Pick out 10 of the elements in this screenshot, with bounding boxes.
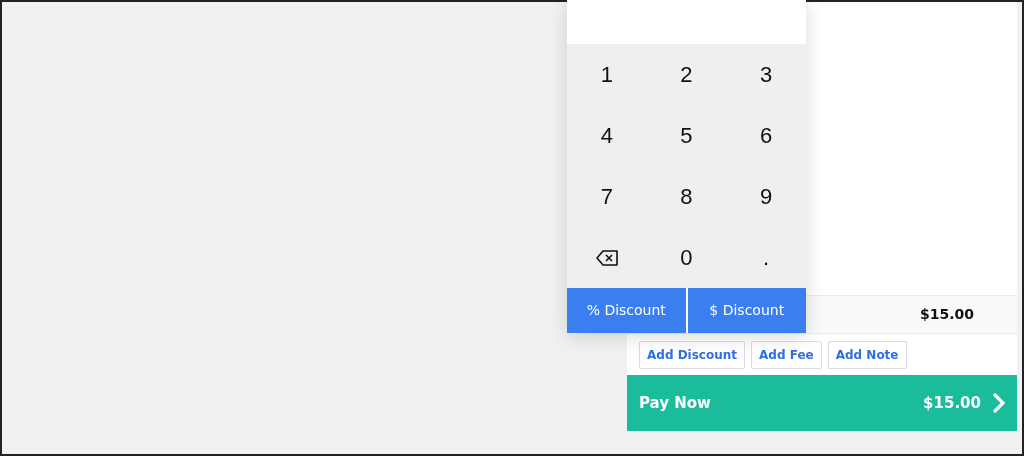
total-amount: $15.00 xyxy=(919,305,974,324)
pay-amount: $15.00 xyxy=(923,392,981,414)
chevron-right-icon xyxy=(993,393,1005,413)
pay-label: Pay Now xyxy=(639,392,711,414)
backspace-icon xyxy=(595,249,618,266)
action-button[interactable]: Add Discount xyxy=(639,340,746,369)
action-button[interactable]: Add Fee xyxy=(751,340,822,369)
discount-button[interactable]: % Discount xyxy=(567,288,686,333)
action-button[interactable]: Add Note xyxy=(827,340,907,369)
discount-button[interactable]: $ Discount xyxy=(687,288,806,333)
